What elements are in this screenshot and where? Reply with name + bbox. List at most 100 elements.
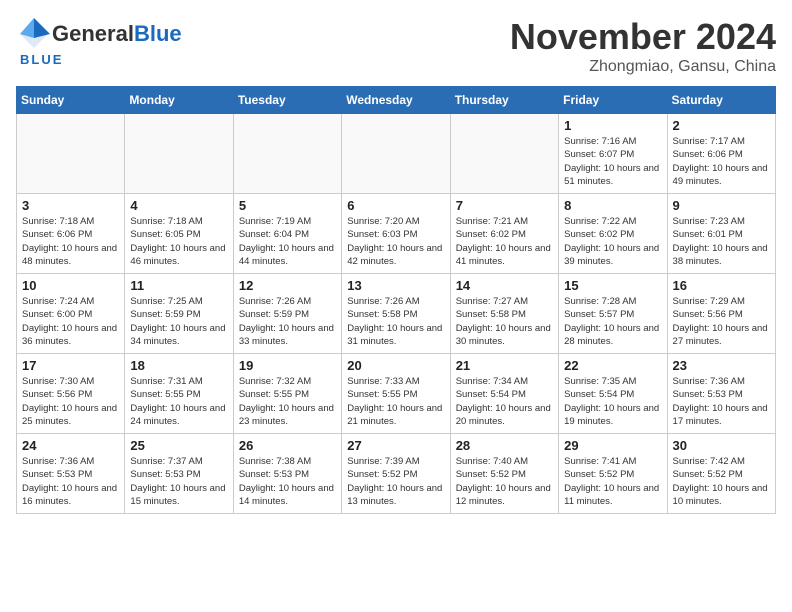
calendar-title: November 2024 <box>510 16 776 58</box>
day-info: Sunrise: 7:20 AM Sunset: 6:03 PM Dayligh… <box>347 215 444 268</box>
day-number: 9 <box>673 198 770 213</box>
day-info: Sunrise: 7:17 AM Sunset: 6:06 PM Dayligh… <box>673 135 770 188</box>
title-block: November 2024 Zhongmiao, Gansu, China <box>510 16 776 76</box>
day-number: 29 <box>564 438 661 453</box>
calendar-cell: 29 Sunrise: 7:41 AM Sunset: 5:52 PM Dayli… <box>559 434 667 514</box>
calendar-cell: 6 Sunrise: 7:20 AM Sunset: 6:03 PM Daylig… <box>342 194 450 274</box>
logo-general-text: General <box>52 21 134 47</box>
day-info: Sunrise: 7:42 AM Sunset: 5:52 PM Dayligh… <box>673 455 770 508</box>
day-info: Sunrise: 7:29 AM Sunset: 5:56 PM Dayligh… <box>673 295 770 348</box>
day-number: 3 <box>22 198 119 213</box>
day-info: Sunrise: 7:38 AM Sunset: 5:53 PM Dayligh… <box>239 455 336 508</box>
calendar-cell: 10 Sunrise: 7:24 AM Sunset: 6:00 PM Dayli… <box>17 274 125 354</box>
day-number: 18 <box>130 358 227 373</box>
day-info: Sunrise: 7:23 AM Sunset: 6:01 PM Dayligh… <box>673 215 770 268</box>
day-number: 24 <box>22 438 119 453</box>
calendar-cell: 9 Sunrise: 7:23 AM Sunset: 6:01 PM Daylig… <box>667 194 775 274</box>
day-number: 26 <box>239 438 336 453</box>
calendar-cell: 8Sunrise: 7:22 AM Sunset: 6:02 PM Daylig… <box>559 194 667 274</box>
day-number: 6 <box>347 198 444 213</box>
calendar-cell: 24 Sunrise: 7:36 AM Sunset: 5:53 PM Dayli… <box>17 434 125 514</box>
calendar-cell: 26 Sunrise: 7:38 AM Sunset: 5:53 PM Dayli… <box>233 434 341 514</box>
day-info: Sunrise: 7:22 AM Sunset: 6:02 PM Dayligh… <box>564 215 661 268</box>
calendar-location: Zhongmiao, Gansu, China <box>510 58 776 76</box>
calendar-cell: 28 Sunrise: 7:40 AM Sunset: 5:52 PM Dayli… <box>450 434 558 514</box>
day-info: Sunrise: 7:27 AM Sunset: 5:58 PM Dayligh… <box>456 295 553 348</box>
day-number: 21 <box>456 358 553 373</box>
day-number: 13 <box>347 278 444 293</box>
day-number: 4 <box>130 198 227 213</box>
weekday-header-monday: Monday <box>125 87 233 114</box>
calendar-cell: 16Sunrise: 7:29 AM Sunset: 5:56 PM Dayli… <box>667 274 775 354</box>
day-number: 2 <box>673 118 770 133</box>
calendar-cell: 4 Sunrise: 7:18 AM Sunset: 6:05 PM Daylig… <box>125 194 233 274</box>
day-number: 28 <box>456 438 553 453</box>
calendar-table: SundayMondayTuesdayWednesdayThursdayFrid… <box>16 86 776 514</box>
logo-icon <box>16 16 52 52</box>
calendar-week-row-1: 1 Sunrise: 7:16 AM Sunset: 6:07 PM Daylig… <box>17 114 776 194</box>
calendar-week-row-3: 10 Sunrise: 7:24 AM Sunset: 6:00 PM Dayli… <box>17 274 776 354</box>
calendar-cell: 1 Sunrise: 7:16 AM Sunset: 6:07 PM Daylig… <box>559 114 667 194</box>
calendar-cell: 7 Sunrise: 7:21 AM Sunset: 6:02 PM Daylig… <box>450 194 558 274</box>
day-number: 23 <box>673 358 770 373</box>
weekday-header-wednesday: Wednesday <box>342 87 450 114</box>
day-number: 7 <box>456 198 553 213</box>
logo-tagline: BLUE <box>16 52 182 67</box>
day-number: 11 <box>130 278 227 293</box>
calendar-week-row-4: 17Sunrise: 7:30 AM Sunset: 5:56 PM Dayli… <box>17 354 776 434</box>
calendar-cell: 11 Sunrise: 7:25 AM Sunset: 5:59 PM Dayli… <box>125 274 233 354</box>
day-number: 19 <box>239 358 336 373</box>
logo-blue-text: Blue <box>134 21 182 47</box>
calendar-cell: 12 Sunrise: 7:26 AM Sunset: 5:59 PM Dayli… <box>233 274 341 354</box>
day-number: 27 <box>347 438 444 453</box>
calendar-cell <box>17 114 125 194</box>
day-info: Sunrise: 7:18 AM Sunset: 6:06 PM Dayligh… <box>22 215 119 268</box>
calendar-cell: 23 Sunrise: 7:36 AM Sunset: 5:53 PM Dayli… <box>667 354 775 434</box>
calendar-cell: 20 Sunrise: 7:33 AM Sunset: 5:55 PM Dayli… <box>342 354 450 434</box>
day-info: Sunrise: 7:36 AM Sunset: 5:53 PM Dayligh… <box>22 455 119 508</box>
logo: General Blue BLUE <box>16 16 182 67</box>
calendar-cell: 15Sunrise: 7:28 AM Sunset: 5:57 PM Dayli… <box>559 274 667 354</box>
calendar-week-row-2: 3 Sunrise: 7:18 AM Sunset: 6:06 PM Daylig… <box>17 194 776 274</box>
day-info: Sunrise: 7:21 AM Sunset: 6:02 PM Dayligh… <box>456 215 553 268</box>
calendar-week-row-5: 24 Sunrise: 7:36 AM Sunset: 5:53 PM Dayli… <box>17 434 776 514</box>
day-info: Sunrise: 7:26 AM Sunset: 5:59 PM Dayligh… <box>239 295 336 348</box>
day-number: 10 <box>22 278 119 293</box>
day-number: 22 <box>564 358 661 373</box>
day-info: Sunrise: 7:19 AM Sunset: 6:04 PM Dayligh… <box>239 215 336 268</box>
calendar-cell: 13Sunrise: 7:26 AM Sunset: 5:58 PM Dayli… <box>342 274 450 354</box>
day-info: Sunrise: 7:36 AM Sunset: 5:53 PM Dayligh… <box>673 375 770 428</box>
day-number: 14 <box>456 278 553 293</box>
day-info: Sunrise: 7:30 AM Sunset: 5:56 PM Dayligh… <box>22 375 119 428</box>
calendar-cell: 27 Sunrise: 7:39 AM Sunset: 5:52 PM Dayli… <box>342 434 450 514</box>
calendar-cell: 18Sunrise: 7:31 AM Sunset: 5:55 PM Dayli… <box>125 354 233 434</box>
calendar-cell <box>125 114 233 194</box>
calendar-cell: 25 Sunrise: 7:37 AM Sunset: 5:53 PM Dayli… <box>125 434 233 514</box>
calendar-cell: 17Sunrise: 7:30 AM Sunset: 5:56 PM Dayli… <box>17 354 125 434</box>
day-info: Sunrise: 7:39 AM Sunset: 5:52 PM Dayligh… <box>347 455 444 508</box>
day-info: Sunrise: 7:24 AM Sunset: 6:00 PM Dayligh… <box>22 295 119 348</box>
day-info: Sunrise: 7:16 AM Sunset: 6:07 PM Dayligh… <box>564 135 661 188</box>
weekday-header-saturday: Saturday <box>667 87 775 114</box>
day-number: 12 <box>239 278 336 293</box>
day-info: Sunrise: 7:37 AM Sunset: 5:53 PM Dayligh… <box>130 455 227 508</box>
day-info: Sunrise: 7:18 AM Sunset: 6:05 PM Dayligh… <box>130 215 227 268</box>
calendar-cell: 19Sunrise: 7:32 AM Sunset: 5:55 PM Dayli… <box>233 354 341 434</box>
day-number: 25 <box>130 438 227 453</box>
weekday-header-tuesday: Tuesday <box>233 87 341 114</box>
weekday-header-row: SundayMondayTuesdayWednesdayThursdayFrid… <box>17 87 776 114</box>
calendar-cell: 3 Sunrise: 7:18 AM Sunset: 6:06 PM Daylig… <box>17 194 125 274</box>
day-number: 30 <box>673 438 770 453</box>
calendar-cell: 14 Sunrise: 7:27 AM Sunset: 5:58 PM Dayli… <box>450 274 558 354</box>
day-number: 20 <box>347 358 444 373</box>
day-info: Sunrise: 7:33 AM Sunset: 5:55 PM Dayligh… <box>347 375 444 428</box>
day-info: Sunrise: 7:41 AM Sunset: 5:52 PM Dayligh… <box>564 455 661 508</box>
day-info: Sunrise: 7:35 AM Sunset: 5:54 PM Dayligh… <box>564 375 661 428</box>
day-info: Sunrise: 7:40 AM Sunset: 5:52 PM Dayligh… <box>456 455 553 508</box>
day-info: Sunrise: 7:34 AM Sunset: 5:54 PM Dayligh… <box>456 375 553 428</box>
day-number: 5 <box>239 198 336 213</box>
day-info: Sunrise: 7:25 AM Sunset: 5:59 PM Dayligh… <box>130 295 227 348</box>
calendar-cell: 2 Sunrise: 7:17 AM Sunset: 6:06 PM Daylig… <box>667 114 775 194</box>
day-number: 1 <box>564 118 661 133</box>
calendar-cell <box>450 114 558 194</box>
